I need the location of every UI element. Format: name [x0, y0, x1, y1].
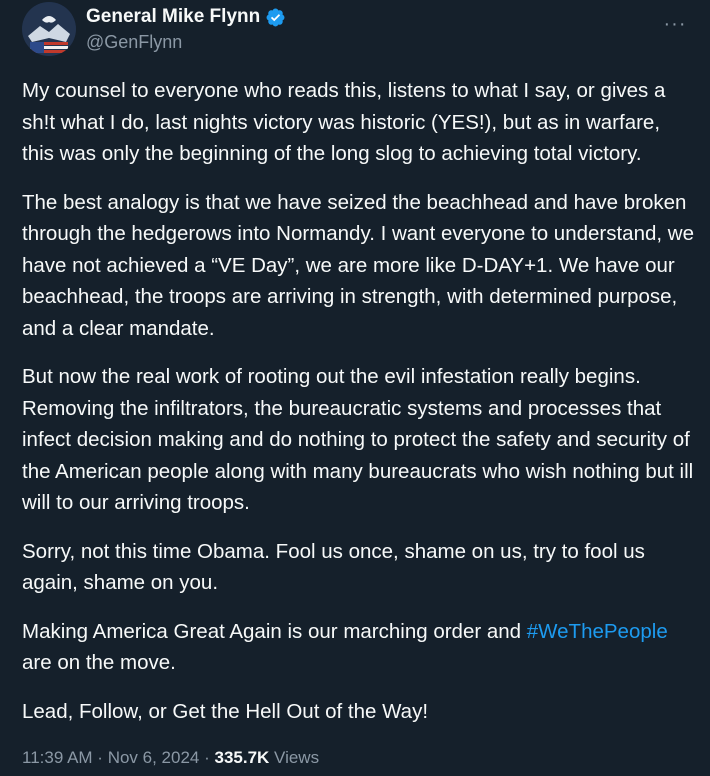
- display-name[interactable]: General Mike Flynn: [86, 6, 260, 28]
- more-options-button[interactable]: ···: [660, 12, 690, 36]
- display-name-row: General Mike Flynn: [86, 4, 286, 30]
- paragraph-5-before: Making America Great Again is our marchi…: [22, 619, 527, 643]
- tweet-paragraph-3: But now the real work of rooting out the…: [22, 365, 694, 514]
- tweet-paragraph-6: Lead, Follow, or Get the Hell Out of the…: [22, 699, 429, 723]
- tweet-paragraph-1: My counsel to everyone who reads this, l…: [22, 79, 666, 165]
- tweet-paragraph-5: Making America Great Again is our marchi…: [22, 616, 697, 679]
- hashtag-link[interactable]: #WeThePeople: [527, 620, 668, 643]
- paragraph-5-after: are on the move.: [22, 651, 176, 674]
- meta-separator: ·: [92, 748, 108, 767]
- tweet-date[interactable]: Nov 6, 2024: [108, 748, 200, 767]
- tweet-card: General Mike Flynn @GenFlynn ··· My coun…: [0, 0, 710, 776]
- more-dots-icon: ···: [663, 12, 687, 35]
- tweet-header: General Mike Flynn @GenFlynn ···: [22, 2, 692, 58]
- tweet-paragraph-4: Sorry, not this time Obama. Fool us once…: [22, 539, 645, 595]
- eagle-flag-avatar-icon: [22, 2, 76, 56]
- views-count: 335.7K: [214, 748, 270, 767]
- meta-separator-2: ·: [199, 748, 215, 767]
- verified-badge-icon[interactable]: [265, 7, 286, 28]
- views-label: Views: [269, 748, 320, 767]
- tweet-paragraph-2: The best analogy is that we have seized …: [22, 190, 694, 340]
- author-names: General Mike Flynn @GenFlynn: [86, 4, 286, 53]
- handle[interactable]: @GenFlynn: [86, 32, 286, 53]
- avatar[interactable]: [22, 2, 76, 56]
- tweet-text: My counsel to everyone who reads this, l…: [22, 75, 697, 744]
- tweet-time[interactable]: 11:39 AM: [22, 748, 93, 767]
- tweet-meta: 11:39 AM · Nov 6, 2024 · 335.7K Views: [22, 748, 319, 768]
